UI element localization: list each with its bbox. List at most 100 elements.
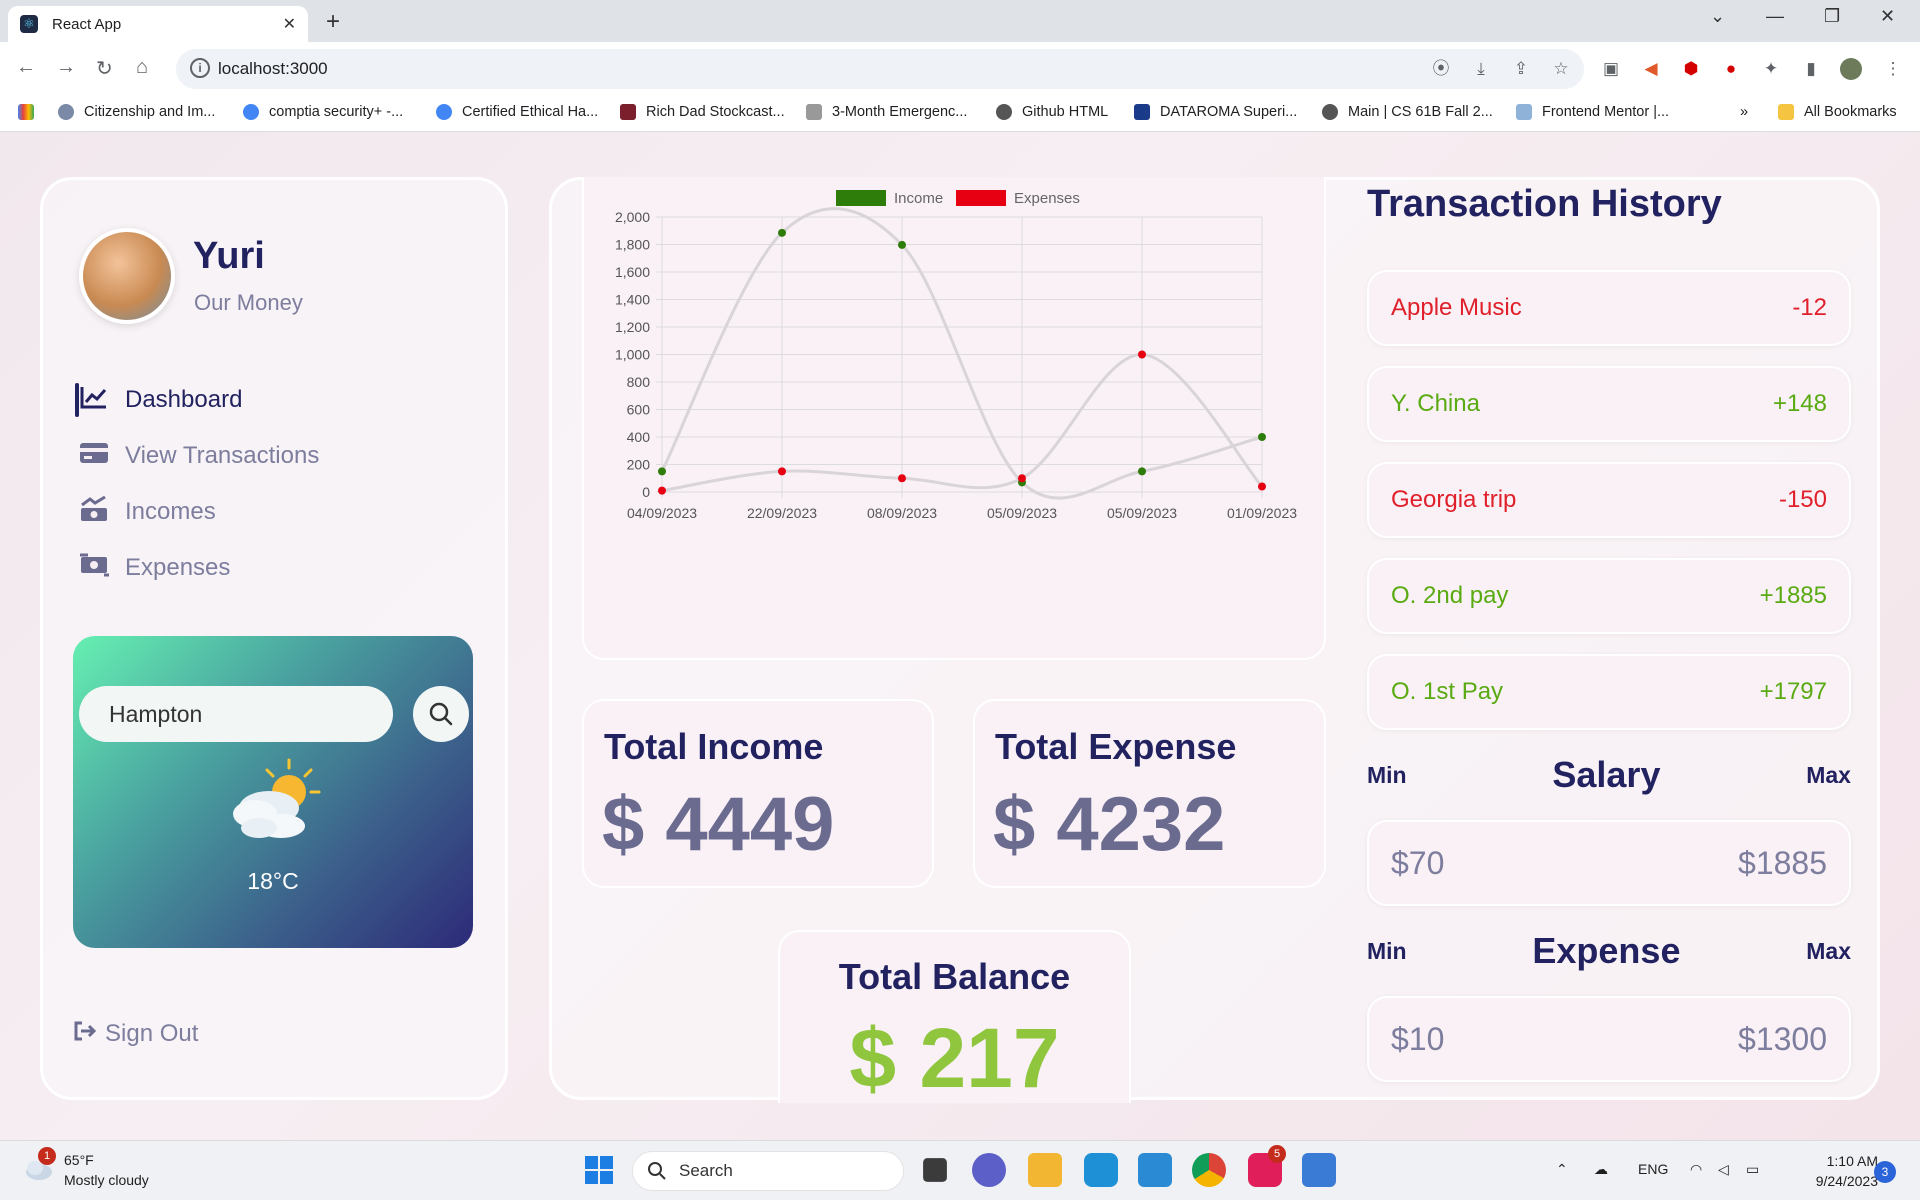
sign-out-button[interactable]: Sign Out <box>73 1020 198 1048</box>
menu-item-expenses[interactable]: Expenses <box>77 550 230 586</box>
bookmark-item[interactable]: DATAROMA Superi... <box>1134 104 1297 120</box>
y-tick-label: 1,000 <box>615 347 650 363</box>
menu-item-view-transactions[interactable]: View Transactions <box>77 438 319 474</box>
transaction-item[interactable]: Apple Music -12 <box>1367 270 1851 346</box>
weather-badge: 1 <box>38 1147 56 1165</box>
bookmark-item[interactable]: 3-Month Emergenc... <box>806 104 967 120</box>
file-explorer-icon[interactable] <box>1028 1153 1062 1187</box>
transaction-amount: +1885 <box>1759 582 1827 609</box>
bookmark-item[interactable]: Rich Dad Stockcast... <box>620 104 785 120</box>
install-icon[interactable]: ⤓ <box>1470 58 1492 80</box>
location-icon[interactable]: ⦿ <box>1430 58 1452 80</box>
transaction-amount: -150 <box>1778 486 1827 513</box>
extension-1-icon[interactable]: ▣ <box>1600 58 1622 80</box>
x-tick-label: 05/09/2023 <box>1107 505 1177 521</box>
taskbar-clock[interactable]: 1:10 AM 9/24/2023 <box>1790 1151 1878 1191</box>
volume-icon[interactable]: ◁ <box>1718 1161 1729 1178</box>
salary-min-value: $70 <box>1391 844 1445 881</box>
transaction-name: O. 2nd pay <box>1391 582 1509 609</box>
y-tick-label: 1,800 <box>615 237 650 253</box>
x-tick-label: 01/09/2023 <box>1227 505 1297 521</box>
data-point-income <box>898 240 906 249</box>
sign-out-icon <box>73 1020 97 1048</box>
gmail-bookmark-icon[interactable] <box>18 104 44 120</box>
taskbar-search[interactable]: Search <box>632 1151 904 1191</box>
reload-icon[interactable]: ↻ <box>96 56 113 81</box>
close-tab-icon[interactable]: ✕ <box>283 14 296 34</box>
notepad-icon[interactable] <box>1302 1153 1336 1187</box>
onedrive-icon[interactable]: ☁ <box>1594 1161 1608 1178</box>
sign-out-label: Sign Out <box>105 1020 199 1047</box>
new-tab-icon[interactable]: + <box>326 8 340 36</box>
wifi-icon[interactable]: ◠ <box>1690 1161 1702 1178</box>
site-info-icon[interactable]: i <box>190 58 210 78</box>
bookmark-item[interactable]: comptia security+ -... <box>243 104 403 120</box>
y-tick-label: 1,400 <box>615 292 650 308</box>
vscode-icon[interactable] <box>1138 1153 1172 1187</box>
bookmark-item[interactable]: Citizenship and Im... <box>58 104 215 120</box>
task-view-icon[interactable] <box>923 1158 947 1182</box>
transaction-item[interactable]: Y. China +148 <box>1367 366 1851 442</box>
legend-label-income: Income <box>894 190 943 207</box>
expense-min-value: $10 <box>1391 1020 1445 1057</box>
total-expense-card: Total Expense $ 4232 <box>973 699 1326 888</box>
salary-max-value: $1885 <box>1738 844 1827 881</box>
x-tick-label: 05/09/2023 <box>987 505 1057 521</box>
tray-chevron-icon[interactable]: ⌃ <box>1556 1161 1568 1178</box>
transaction-name: Y. China <box>1391 390 1480 417</box>
notification-badge[interactable]: 3 <box>1874 1161 1896 1183</box>
transaction-amount: +1797 <box>1759 678 1827 705</box>
menu-label: Dashboard <box>125 386 243 413</box>
data-point-income <box>778 228 786 237</box>
browser-tab[interactable]: ⚛ React App ✕ <box>8 6 308 42</box>
search-icon <box>648 1162 666 1180</box>
back-icon[interactable]: ← <box>16 56 36 79</box>
restore-icon[interactable]: ❐ <box>1824 6 1840 27</box>
menu-kebab-icon[interactable]: ⋮ <box>1882 58 1904 80</box>
bookmark-item[interactable]: Frontend Mentor |... <box>1516 104 1669 120</box>
transaction-item[interactable]: O. 1st Pay +1797 <box>1367 654 1851 730</box>
bookmark-item[interactable]: Main | CS 61B Fall 2... <box>1322 104 1493 120</box>
bookmark-star-icon[interactable]: ☆ <box>1550 58 1572 80</box>
more-bookmarks-icon[interactable]: » <box>1740 104 1748 120</box>
city-search-input[interactable] <box>79 686 393 742</box>
all-bookmarks[interactable]: All Bookmarks <box>1778 104 1897 120</box>
menu-item-dashboard[interactable]: Dashboard <box>77 382 242 418</box>
series-line-income <box>660 207 1263 500</box>
transaction-item[interactable]: Georgia trip -150 <box>1367 462 1851 538</box>
share-icon[interactable]: ⇪ <box>1510 58 1532 80</box>
home-icon[interactable]: ⌂ <box>136 56 148 79</box>
partly-cloudy-icon <box>233 758 321 838</box>
tab-strip: ⚛ React App ✕ + ⌄ — ❐ ✕ <box>0 0 1920 42</box>
search-button[interactable] <box>413 686 469 742</box>
legend-swatch-income <box>836 190 886 206</box>
data-point-income <box>1138 467 1146 476</box>
bookmark-item[interactable]: Certified Ethical Ha... <box>436 104 598 120</box>
side-panel-icon[interactable]: ▮ <box>1800 58 1822 80</box>
extension-megaphone-icon[interactable]: ◀ <box>1640 58 1662 80</box>
legend-swatch-expenses <box>956 190 1006 206</box>
abp-icon[interactable]: ● <box>1720 58 1742 80</box>
cortana-app-icon[interactable] <box>1084 1153 1118 1187</box>
transaction-item[interactable]: O. 2nd pay +1885 <box>1367 558 1851 634</box>
menu-item-incomes[interactable]: Incomes <box>77 494 216 530</box>
language-indicator[interactable]: ENG <box>1638 1161 1668 1177</box>
extensions-icon[interactable]: ✦ <box>1760 58 1782 80</box>
teams-chat-icon[interactable] <box>972 1153 1006 1187</box>
menu-label: View Transactions <box>125 442 320 469</box>
address-bar[interactable]: i localhost:3000 <box>176 49 1584 89</box>
battery-icon[interactable]: ▭ <box>1746 1161 1759 1178</box>
tab-search-icon[interactable]: ⌄ <box>1710 6 1725 27</box>
profile-avatar[interactable] <box>1840 58 1862 80</box>
minimize-icon[interactable]: — <box>1766 6 1784 27</box>
data-point-expenses <box>1138 350 1146 359</box>
transaction-name: Georgia trip <box>1391 486 1517 513</box>
taskbar-condition: Mostly cloudy <box>64 1172 149 1188</box>
forward-icon[interactable]: → <box>56 56 76 79</box>
chrome-icon[interactable] <box>1192 1153 1226 1187</box>
x-tick-label: 04/09/2023 <box>627 505 697 521</box>
windows-start-icon[interactable] <box>582 1153 616 1187</box>
window-close-icon[interactable]: ✕ <box>1880 6 1895 27</box>
bookmark-item[interactable]: Github HTML <box>996 104 1108 120</box>
adblock-icon[interactable]: ⬢ <box>1680 58 1702 80</box>
